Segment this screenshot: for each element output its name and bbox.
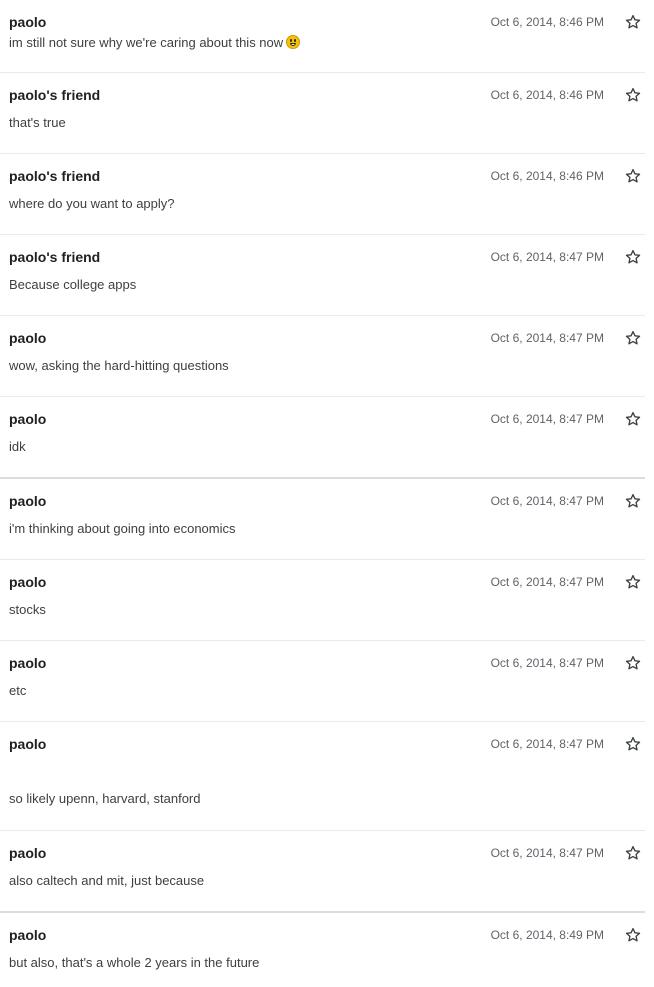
sender-name: paolo's friend <box>9 168 101 184</box>
star-icon[interactable] <box>624 167 642 185</box>
message-timestamp: Oct 6, 2014, 8:46 PM <box>490 15 604 29</box>
sender-name: paolo's friend <box>9 87 101 103</box>
sender-name: paolo <box>9 655 47 671</box>
star-icon[interactable] <box>624 573 642 591</box>
sender-name: paolo <box>9 493 47 509</box>
star-icon[interactable] <box>624 735 642 753</box>
message-row[interactable]: paolo's friend Oct 6, 2014, 8:46 PM that… <box>0 73 645 154</box>
sender-name: paolo's friend <box>9 249 101 265</box>
message-text: also caltech and mit, just because <box>9 873 205 888</box>
sender-name: paolo <box>9 574 47 590</box>
star-icon[interactable] <box>624 654 642 672</box>
message-timestamp: Oct 6, 2014, 8:47 PM <box>490 846 604 860</box>
message-text: i'm thinking about going into economics <box>9 521 236 536</box>
message-text: etc <box>9 683 27 698</box>
message-row[interactable]: paolo Oct 6, 2014, 8:47 PM also caltech … <box>0 831 645 913</box>
message-row[interactable]: paolo Oct 6, 2014, 8:49 PM but also, tha… <box>0 913 645 986</box>
sender-name: paolo <box>9 411 47 427</box>
sender-name: paolo <box>9 845 47 861</box>
star-icon[interactable] <box>624 410 642 428</box>
message-text: that's true <box>9 115 66 130</box>
star-icon[interactable] <box>624 13 642 31</box>
star-icon[interactable] <box>624 329 642 347</box>
message-text: wow, asking the hard-hitting questions <box>9 358 229 373</box>
message-text: but also, that's a whole 2 years in the … <box>9 955 260 970</box>
message-row[interactable]: paolo Oct 6, 2014, 8:47 PM so likely upe… <box>0 722 645 831</box>
message-row[interactable]: paolo Oct 6, 2014, 8:47 PM wow, asking t… <box>0 316 645 397</box>
message-text: Because college apps <box>9 277 137 292</box>
message-timestamp: Oct 6, 2014, 8:46 PM <box>490 88 604 102</box>
message-timestamp: Oct 6, 2014, 8:47 PM <box>490 575 604 589</box>
sender-name: paolo <box>9 330 47 346</box>
message-row[interactable]: paolo's friend Oct 6, 2014, 8:46 PM wher… <box>0 154 645 235</box>
message-row[interactable]: paolo's friend Oct 6, 2014, 8:47 PM Beca… <box>0 235 645 316</box>
message-text: where do you want to apply? <box>9 196 175 211</box>
message-text: so likely upenn, harvard, stanford <box>9 791 201 806</box>
message-row[interactable]: paolo Oct 6, 2014, 8:46 PM im still not … <box>0 0 645 73</box>
star-icon[interactable] <box>624 492 642 510</box>
message-timestamp: Oct 6, 2014, 8:47 PM <box>490 656 604 670</box>
message-row[interactable]: paolo Oct 6, 2014, 8:47 PM etc <box>0 641 645 722</box>
sender-name: paolo <box>9 14 47 30</box>
grinning-face-emoji <box>286 35 301 49</box>
star-icon[interactable] <box>624 844 642 862</box>
message-text: im still not sure why we're caring about… <box>9 35 284 50</box>
message-row[interactable]: paolo Oct 6, 2014, 8:47 PM stocks <box>0 560 645 641</box>
sender-name: paolo <box>9 927 47 943</box>
message-timestamp: Oct 6, 2014, 8:47 PM <box>490 250 604 264</box>
message-row[interactable]: paolo Oct 6, 2014, 8:47 PM i'm thinking … <box>0 479 645 560</box>
message-row[interactable]: paolo Oct 6, 2014, 8:47 PM idk <box>0 397 645 479</box>
message-timestamp: Oct 6, 2014, 8:46 PM <box>490 169 604 183</box>
message-timestamp: Oct 6, 2014, 8:47 PM <box>490 737 604 751</box>
star-icon[interactable] <box>624 86 642 104</box>
sender-name: paolo <box>9 736 47 752</box>
star-icon[interactable] <box>624 248 642 266</box>
message-body: im still not sure why we're caring about… <box>9 35 301 50</box>
message-text: stocks <box>9 602 46 617</box>
message-timestamp: Oct 6, 2014, 8:47 PM <box>490 412 604 426</box>
message-text: idk <box>9 439 26 454</box>
star-icon[interactable] <box>624 926 642 944</box>
message-timestamp: Oct 6, 2014, 8:47 PM <box>490 494 604 508</box>
message-thread: paolo Oct 6, 2014, 8:46 PM im still not … <box>0 0 645 986</box>
message-timestamp: Oct 6, 2014, 8:47 PM <box>490 331 604 345</box>
message-timestamp: Oct 6, 2014, 8:49 PM <box>490 928 604 942</box>
